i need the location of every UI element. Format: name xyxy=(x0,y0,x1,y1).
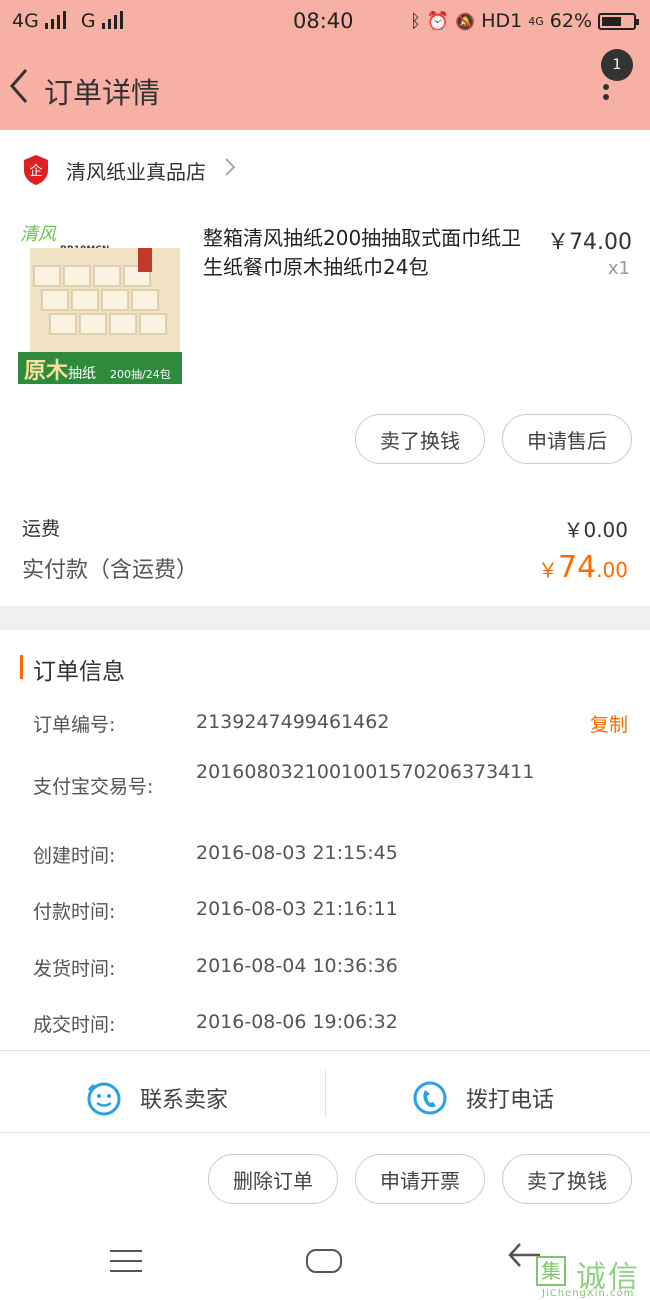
home-icon[interactable] xyxy=(306,1249,342,1273)
alarm-icon: ⏰ xyxy=(426,10,450,32)
menu-icon[interactable] xyxy=(110,1250,142,1280)
call-phone-label: 拨打电话 xyxy=(466,1088,555,1113)
after-sale-button[interactable]: 申请售后 xyxy=(502,414,632,464)
battery-fill xyxy=(602,16,621,26)
shop-row[interactable]: 企 清风纸业真品店 xyxy=(22,150,236,190)
product-image-name: 原木 xyxy=(24,358,69,384)
order-info-title: 订单信息 xyxy=(33,659,125,685)
phone-icon xyxy=(413,1081,447,1115)
paid-time-label: 付款时间: xyxy=(33,901,116,923)
paid-currency: ￥ xyxy=(538,558,558,582)
shipped-time-label: 发货时间: xyxy=(33,958,116,980)
page-title: 订单详情 xyxy=(44,76,161,110)
created-time-label: 创建时间: xyxy=(33,845,116,867)
status-icons: ᛒ ⏰ 🔕 HD1 4G 62% xyxy=(410,10,639,32)
product-quantity: x1 xyxy=(607,258,630,279)
call-phone-button[interactable]: 拨打电话 xyxy=(412,1068,554,1128)
order-number-value: 2139247499461462 xyxy=(196,711,390,733)
shipping-label: 运费 xyxy=(22,518,61,540)
mute-icon: 🔕 xyxy=(455,11,476,31)
request-invoice-button[interactable]: 申请开票 xyxy=(355,1154,485,1204)
bluetooth-icon: ᛒ xyxy=(410,10,421,32)
shipped-time-value: 2016-08-04 10:36:36 xyxy=(196,955,398,977)
alipay-trade-value: 2016080321001001570206373411 xyxy=(196,761,535,783)
app-header: 4G G 08:40 ᛒ ⏰ 🔕 HD1 4G 62% 订单详情 1 xyxy=(0,0,650,130)
product-image[interactable]: 清风 BR18MCN 63230917 原木 抽纸 200抽/24包 xyxy=(18,218,182,384)
deal-time-value: 2016-08-06 19:06:32 xyxy=(196,1011,398,1033)
contact-seller-label: 联系卖家 xyxy=(140,1088,229,1113)
product-title[interactable]: 整箱清风抽纸200抽抽取式面巾纸卫生纸餐巾原木抽纸巾24包 xyxy=(203,224,533,282)
product-price: ￥74.00 xyxy=(547,230,632,255)
sell-exchange-bottom-button[interactable]: 卖了换钱 xyxy=(502,1154,632,1204)
shop-name: 清风纸业真品店 xyxy=(66,159,206,184)
lte-label: 4G xyxy=(528,14,544,28)
product-image-name-2: 抽纸 xyxy=(68,366,96,382)
paid-label: 实付款（含运费） xyxy=(22,558,199,583)
chevron-right-icon xyxy=(224,157,236,183)
chevron-left-icon xyxy=(10,69,28,103)
alipay-trade-label: 支付宝交易号: xyxy=(33,776,154,798)
paid-time-value: 2016-08-03 21:16:11 xyxy=(196,898,398,920)
notification-badge: 1 xyxy=(601,49,633,81)
divider xyxy=(0,1132,650,1133)
paid-amount: ￥74.00 xyxy=(538,550,628,585)
deal-time-label: 成交时间: xyxy=(33,1014,116,1036)
vertical-divider xyxy=(325,1070,326,1118)
sell-exchange-button[interactable]: 卖了换钱 xyxy=(355,414,485,464)
section-gap xyxy=(0,606,650,630)
svg-text:企: 企 xyxy=(29,163,42,179)
delete-order-button[interactable]: 删除订单 xyxy=(208,1154,338,1204)
paid-integer: 74 xyxy=(558,550,597,585)
battery-text: 62% xyxy=(549,10,592,32)
chat-face-icon xyxy=(87,1082,121,1116)
signal-bars-icon-2 xyxy=(101,11,123,29)
section-accent-bar xyxy=(20,655,23,679)
copy-button[interactable]: 复制 xyxy=(590,710,628,737)
signal-bars-icon xyxy=(44,11,66,29)
product-image-brand: 清风 xyxy=(20,224,57,245)
shipping-value: ￥0.00 xyxy=(563,518,628,542)
hd-label: HD1 xyxy=(481,10,523,32)
battery-icon xyxy=(598,12,639,30)
created-time-value: 2016-08-03 21:15:45 xyxy=(196,842,398,864)
order-number-label: 订单编号: xyxy=(33,714,116,736)
more-dot xyxy=(603,84,609,90)
more-menu-button[interactable] xyxy=(602,80,610,104)
more-dot xyxy=(603,94,609,100)
signal-indicator: 4G G xyxy=(12,10,124,32)
shop-badge-icon: 企 xyxy=(24,155,48,185)
product-image-spec: 200抽/24包 xyxy=(110,367,171,381)
paid-decimal: .00 xyxy=(596,558,628,582)
back-button[interactable] xyxy=(8,68,30,113)
clock: 08:40 xyxy=(293,9,354,33)
watermark: 集 诚信 JiChengXin.com xyxy=(536,1252,646,1299)
watermark-box: 集 xyxy=(536,1256,566,1286)
divider xyxy=(0,1050,650,1051)
watermark-en: JiChengXin.com xyxy=(542,1288,635,1299)
contact-seller-button[interactable]: 联系卖家 xyxy=(86,1068,228,1128)
